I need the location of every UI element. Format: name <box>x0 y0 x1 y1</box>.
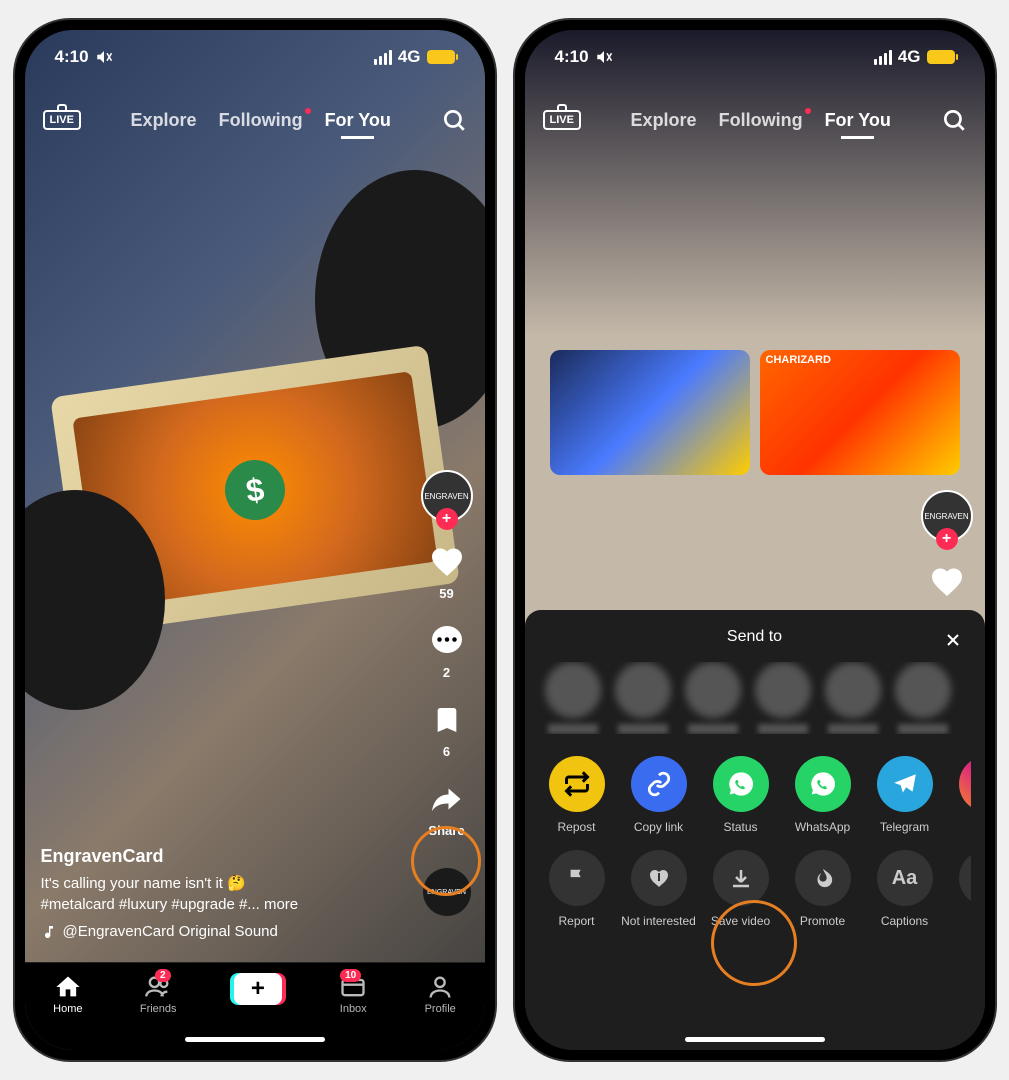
share-copy-link[interactable]: Copy link <box>621 756 697 834</box>
tab-for-you[interactable]: For You <box>325 110 391 131</box>
signal-icon <box>874 50 892 65</box>
video-overlay-text: EngravenCard It's calling your name isn'… <box>41 846 385 940</box>
contact-item[interactable] <box>545 662 601 734</box>
share-duet[interactable]: Due <box>949 850 971 928</box>
contacts-row <box>539 662 971 734</box>
contact-item[interactable] <box>895 662 951 734</box>
top-nav: LIVE Explore Following For You <box>25 90 485 150</box>
comment-count: 2 <box>443 665 450 680</box>
post-plus-icon: + <box>234 973 282 1005</box>
highlight-share-annotation <box>411 826 481 896</box>
sound-row[interactable]: @EngravenCard Original Sound <box>41 923 385 940</box>
share-telegram[interactable]: Telegram <box>867 756 943 834</box>
tab-following[interactable]: Following <box>219 110 303 131</box>
contact-item[interactable] <box>825 662 881 734</box>
status-time: 4:10 <box>55 47 89 67</box>
network-label: 4G <box>898 47 921 67</box>
action-column: ENGRAVEN + <box>921 490 973 602</box>
follow-plus-icon[interactable]: + <box>936 528 958 550</box>
mute-icon <box>595 48 613 66</box>
share-captions[interactable]: AaCaptions <box>867 850 943 928</box>
signal-icon <box>374 50 392 65</box>
nav-post[interactable]: + <box>234 973 282 1005</box>
live-button[interactable]: LIVE <box>543 110 581 130</box>
search-icon[interactable] <box>441 107 467 133</box>
status-time: 4:10 <box>555 47 589 67</box>
tab-for-you[interactable]: For You <box>825 110 891 131</box>
tab-explore[interactable]: Explore <box>131 110 197 131</box>
contact-item[interactable] <box>685 662 741 734</box>
home-indicator[interactable] <box>185 1037 325 1042</box>
nav-friends[interactable]: 2 Friends <box>140 973 177 1015</box>
music-icon <box>41 924 57 940</box>
share-status[interactable]: Status <box>703 756 779 834</box>
username[interactable]: EngravenCard <box>41 846 385 867</box>
like-button[interactable]: 59 <box>427 542 467 601</box>
contact-item[interactable] <box>755 662 811 734</box>
network-label: 4G <box>398 47 421 67</box>
status-bar: 4:10 4G <box>525 30 985 84</box>
home-indicator[interactable] <box>685 1037 825 1042</box>
nav-inbox[interactable]: 10 Inbox <box>339 973 367 1015</box>
like-button[interactable] <box>927 562 967 602</box>
share-sheet-title: Send to <box>727 628 782 646</box>
comment-button[interactable]: 2 <box>427 621 467 680</box>
battery-icon <box>427 50 455 64</box>
share-promote[interactable]: Promote <box>785 850 861 928</box>
tab-following[interactable]: Following <box>719 110 803 131</box>
phone-left: 4:10 4G $ LIVE Explore Following For You… <box>15 20 495 1060</box>
creator-avatar[interactable]: ENGRAVEN + <box>421 470 473 522</box>
share-report[interactable]: Report <box>539 850 615 928</box>
share-whatsapp[interactable]: WhatsApp <box>785 756 861 834</box>
card-preview-1 <box>550 350 750 475</box>
share-stories[interactable]: Storie <box>949 756 971 834</box>
nav-profile[interactable]: Profile <box>425 973 456 1015</box>
nav-home[interactable]: Home <box>53 973 82 1015</box>
share-not-interested[interactable]: Not interested <box>621 850 697 928</box>
contact-item[interactable] <box>615 662 671 734</box>
caption[interactable]: It's calling your name isn't it 🤔 #metal… <box>41 873 385 915</box>
close-icon[interactable] <box>941 628 965 652</box>
creator-avatar[interactable]: ENGRAVEN + <box>921 490 973 542</box>
phone-right: 4:10 4G LIVE Explore Following For You E… <box>515 20 995 1060</box>
mute-icon <box>95 48 113 66</box>
battery-icon <box>927 50 955 64</box>
tab-explore[interactable]: Explore <box>631 110 697 131</box>
search-icon[interactable] <box>941 107 967 133</box>
share-repost[interactable]: Repost <box>539 756 615 834</box>
status-bar: 4:10 4G <box>25 30 485 84</box>
bookmark-button[interactable]: 6 <box>427 700 467 759</box>
share-apps-row: Repost Copy link Status WhatsApp Telegra… <box>539 756 971 834</box>
bookmark-count: 6 <box>443 744 450 759</box>
like-count: 59 <box>439 586 453 601</box>
highlight-save-annotation <box>711 900 797 986</box>
card-preview-2 <box>760 350 960 475</box>
top-nav: LIVE Explore Following For You <box>525 90 985 150</box>
live-button[interactable]: LIVE <box>43 110 81 130</box>
follow-plus-icon[interactable]: + <box>436 508 458 530</box>
